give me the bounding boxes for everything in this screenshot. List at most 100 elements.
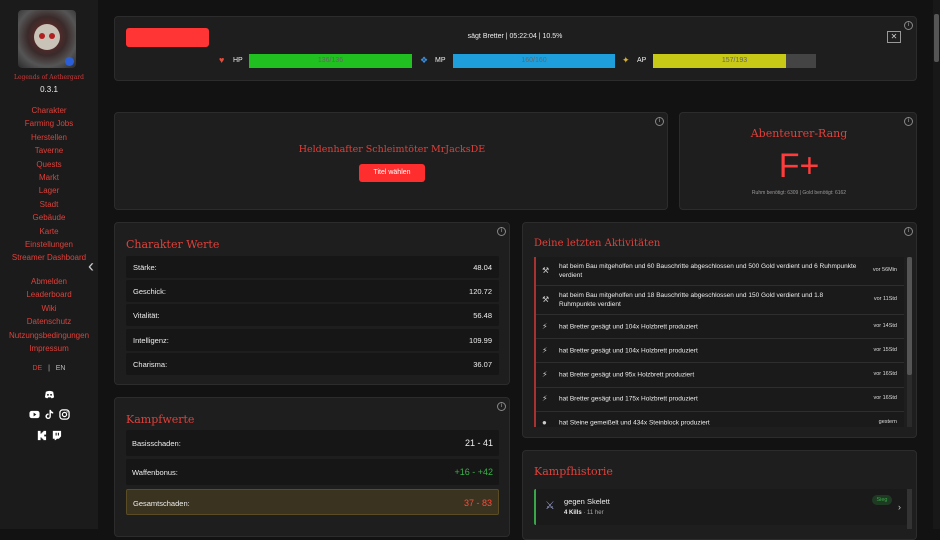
saw-icon: ⚡ xyxy=(542,369,548,379)
nav-item-gebaeude[interactable]: Gebäude xyxy=(0,211,98,224)
nav-item-abmelden[interactable]: Abmelden xyxy=(0,275,98,288)
nav-item-datenschutz[interactable]: Datenschutz xyxy=(0,315,98,328)
nav-item-karte[interactable]: Karte xyxy=(0,225,98,238)
hp-label: HP xyxy=(233,57,243,64)
social-row-2 xyxy=(0,409,98,420)
nav-item-lager[interactable]: Lager xyxy=(0,184,98,197)
info-icon[interactable]: i xyxy=(497,402,506,411)
stat-label: Charisma: xyxy=(133,360,168,369)
list-item: ● hat Steine gemeißelt und 434x Steinbloc… xyxy=(536,411,904,427)
stat-value: 56.48 xyxy=(473,311,492,320)
rank-requirements: Ruhm benötigt: 6309 | Gold benötigt: 616… xyxy=(751,190,847,196)
close-icon[interactable]: ✕ xyxy=(887,31,901,43)
activity-list[interactable]: ⚒ hat beim Bau mitgeholfen und 60 Bauschr… xyxy=(534,257,904,427)
nav-item-charakter[interactable]: Charakter xyxy=(0,104,98,117)
activities-card: i Deine letzten Aktivitäten ⚒ hat beim Ba… xyxy=(522,222,917,438)
activity-time: vor 11Std xyxy=(873,296,897,302)
game-logo[interactable] xyxy=(18,10,76,68)
stat-label: Stärke: xyxy=(133,263,157,272)
stat-label: Vitalität: xyxy=(133,311,160,320)
stat-row: Intelligenz: 109.99 xyxy=(126,329,499,351)
nav-item-einstellungen[interactable]: Einstellungen xyxy=(0,238,98,251)
list-item: ⚡ hat Bretter gesägt und 104x Holzbrett p… xyxy=(536,339,904,364)
youtube-icon[interactable] xyxy=(28,409,40,420)
stat-row: Vitalität: 56.48 xyxy=(126,304,499,326)
nav-item-herstellen[interactable]: Herstellen xyxy=(0,131,98,144)
stat-row: Charisma: 36.07 xyxy=(126,353,499,375)
status-bar: i sägt Bretter | 05:22:04 | 10.5% ✕ ♥ HP… xyxy=(114,16,917,81)
nav-item-quests[interactable]: Quests xyxy=(0,158,98,171)
mp-value: 160/160 xyxy=(521,57,547,64)
nav-item-nutzungsbedingungen[interactable]: Nutzungsbedingungen xyxy=(0,329,98,342)
activity-text: hat beim Bau mitgeholfen und 18 Bauschri… xyxy=(559,292,824,308)
chevron-right-icon[interactable]: › xyxy=(898,502,901,512)
activity-scrollbar[interactable] xyxy=(907,257,912,427)
nav-item-leaderboard[interactable]: Leaderboard xyxy=(0,288,98,301)
info-icon[interactable]: i xyxy=(904,21,913,30)
instagram-icon[interactable] xyxy=(58,409,70,420)
combat-value: 37 - 83 xyxy=(463,498,492,508)
nav-item-streamer-dashboard[interactable]: Streamer Dashboard xyxy=(0,251,98,264)
main-nav: Charakter Farming Jobs Herstellen Tavern… xyxy=(0,104,98,265)
activity-time: vor 16Std xyxy=(873,370,897,377)
stat-row: Stärke: 48.04 xyxy=(126,256,499,278)
activity-text: hat Bretter gesägt und 175x Holzbrett pr… xyxy=(559,395,698,403)
discord-icon[interactable] xyxy=(44,389,55,400)
mp-bar: 160/160 xyxy=(453,54,615,68)
status-badge xyxy=(65,57,74,66)
info-icon[interactable]: i xyxy=(904,117,913,126)
choose-title-button[interactable]: Titel wählen xyxy=(359,164,425,182)
info-icon[interactable]: i xyxy=(497,227,506,236)
nav-item-taverne[interactable]: Taverne xyxy=(0,144,98,157)
combat-value: 21 - 41 xyxy=(464,438,493,448)
social-row-1 xyxy=(0,389,98,400)
app-version: 0.3.1 xyxy=(40,85,58,94)
lang-de[interactable]: DE xyxy=(33,365,43,372)
page-scrollbar[interactable] xyxy=(933,0,940,529)
activity-time: vor 15Std xyxy=(873,346,897,353)
pickaxe-icon: ⚒ xyxy=(542,295,550,304)
tiktok-icon[interactable] xyxy=(44,409,55,420)
character-stats-card: i Charakter Werte Stärke: 48.04 Geschick:… xyxy=(114,222,510,385)
info-icon[interactable]: i xyxy=(655,117,664,126)
pickaxe-icon: ⚒ xyxy=(542,266,550,275)
combat-label: Waffenbonus: xyxy=(132,468,178,477)
saw-icon: ⚡ xyxy=(542,345,548,355)
activity-text: hat Bretter gesägt und 104x Holzbrett pr… xyxy=(559,323,698,331)
nav-item-markt[interactable]: Markt xyxy=(0,171,98,184)
lang-en[interactable]: EN xyxy=(56,365,66,372)
info-icon[interactable]: i xyxy=(904,227,913,236)
rank-grade: F+ xyxy=(778,147,820,185)
nav-item-farming-jobs[interactable]: Farming Jobs xyxy=(0,117,98,130)
activity-time: gestern xyxy=(878,419,897,426)
saw-icon: ⚡ xyxy=(542,321,548,331)
combat-label: Gesamtschaden: xyxy=(133,499,190,508)
boot-icon: ✦ xyxy=(622,55,630,65)
victory-badge: Sieg xyxy=(872,495,892,505)
twitch-icon[interactable] xyxy=(51,430,62,441)
combat-history-item[interactable]: ⚔ gegen Skelett 4 Kills · 11 her Sieg › xyxy=(534,489,907,525)
rank-card: i Abenteurer-Rang F+ Ruhm benötigt: 6309… xyxy=(679,112,917,210)
mp-label: MP xyxy=(435,57,446,64)
sidebar: Legends of Aethergard 0.3.1 Charakter Fa… xyxy=(0,0,98,529)
page-scrollbar-thumb[interactable] xyxy=(934,14,939,62)
combat-history-heading: Kampfhistorie xyxy=(534,465,613,478)
title-card: i Heldenhafter Schleimtöter MrJacksDE Ti… xyxy=(114,112,668,210)
scrollbar-thumb[interactable] xyxy=(907,257,912,375)
nav-item-stadt[interactable]: Stadt xyxy=(0,198,98,211)
saw-icon: ⚡ xyxy=(542,394,548,404)
kick-icon[interactable] xyxy=(36,430,47,441)
stat-value: 48.04 xyxy=(473,263,492,272)
nav-item-wiki[interactable]: Wiki xyxy=(0,302,98,315)
list-item: ⚒ hat beim Bau mitgeholfen und 60 Bauschr… xyxy=(536,257,904,286)
activity-text: hat Bretter gesägt und 95x Holzbrett pro… xyxy=(559,371,695,379)
history-scrollbar[interactable] xyxy=(907,489,912,529)
ap-value: 157/193 xyxy=(721,57,748,64)
collapse-sidebar-chevron-icon[interactable]: ‹ xyxy=(88,256,94,277)
combat-label: Basisschaden: xyxy=(132,439,181,448)
heart-icon: ♥ xyxy=(219,55,225,65)
lang-separator: | xyxy=(48,365,50,372)
ap-label: AP xyxy=(637,57,647,64)
nav-item-impressum[interactable]: Impressum xyxy=(0,342,98,355)
character-stats-heading: Charakter Werte xyxy=(126,238,220,251)
